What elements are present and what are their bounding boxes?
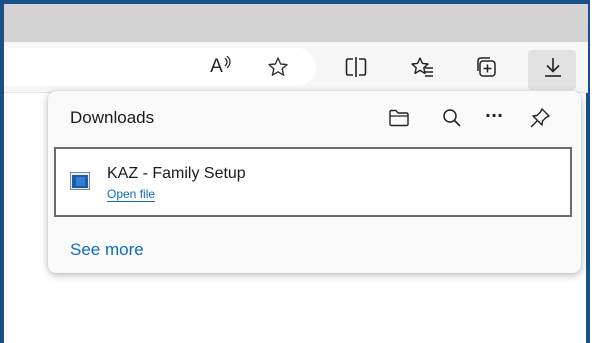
see-more-link[interactable]: See more [70, 240, 144, 260]
open-file-link[interactable]: Open file [107, 187, 156, 202]
read-aloud-label: A [210, 56, 223, 77]
split-screen-icon[interactable] [343, 48, 369, 86]
download-item-name: KAZ - Family Setup [107, 165, 246, 182]
favorite-star-icon[interactable] [265, 48, 291, 86]
downloads-panel: Downloads ··· KAZ - Family Setup Open fi… [48, 91, 581, 273]
favorites-icon[interactable] [408, 48, 436, 86]
title-bar [4, 4, 588, 42]
collections-icon[interactable] [473, 48, 499, 86]
search-icon[interactable] [440, 106, 464, 130]
read-aloud-icon[interactable]: A [206, 48, 236, 86]
downloads-icon[interactable] [540, 48, 566, 86]
download-item[interactable]: KAZ - Family Setup Open file [54, 147, 572, 217]
more-options-icon[interactable]: ··· [482, 103, 506, 127]
pin-icon[interactable] [528, 106, 552, 130]
installer-file-icon [70, 172, 90, 190]
downloads-title: Downloads [70, 108, 155, 127]
open-folder-icon[interactable] [387, 106, 411, 130]
